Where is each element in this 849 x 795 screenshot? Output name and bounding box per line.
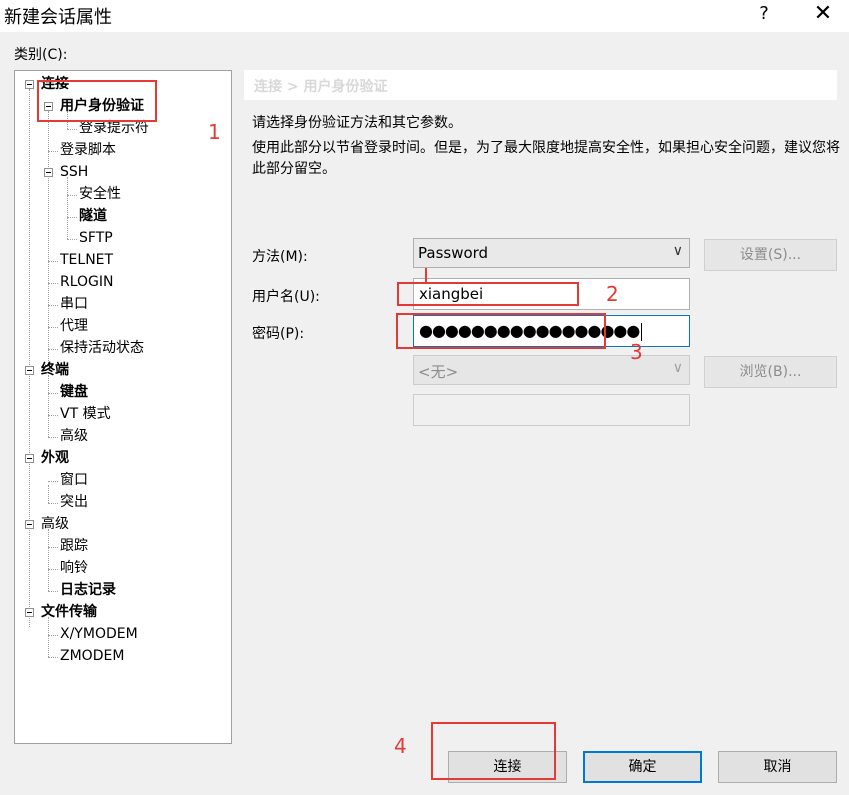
- collapse-icon[interactable]: [44, 168, 53, 177]
- text-caret: [641, 322, 643, 341]
- annotation-number: 4: [394, 734, 407, 758]
- ok-button[interactable]: 确定: [583, 751, 702, 783]
- collapse-icon[interactable]: [25, 80, 34, 89]
- tree-item-appearance[interactable]: 外观: [41, 447, 69, 469]
- tree-item-proxy[interactable]: 代理: [60, 315, 88, 337]
- tree-item-file-transfer[interactable]: 文件传输: [41, 601, 97, 623]
- method-label: 方法(M):: [252, 249, 308, 265]
- tree-line: [67, 129, 77, 130]
- tree-line: [48, 261, 58, 262]
- annotation-number: 2: [606, 282, 619, 306]
- key-value: <无>: [418, 363, 459, 381]
- help-icon[interactable]: ?: [754, 3, 774, 24]
- description-text: 使用此部分以节省登录时间。但是，为了最大限度地提高安全性，如果担心安全问题，建议…: [252, 140, 840, 177]
- method-select[interactable]: Password ∨: [413, 238, 690, 268]
- chevron-down-icon: ∨: [672, 360, 683, 376]
- annotation-number: 1: [208, 120, 221, 144]
- tree-item-window[interactable]: 窗口: [60, 469, 88, 491]
- key-select[interactable]: <无> ∨: [413, 355, 690, 385]
- tree-item-highlight[interactable]: 突出: [60, 491, 88, 513]
- collapse-icon[interactable]: [25, 520, 34, 529]
- tree-item-login-script[interactable]: 登录脚本: [60, 139, 116, 161]
- tree-line: [48, 327, 58, 328]
- tree-line: [67, 177, 68, 239]
- tree-line: [48, 657, 58, 658]
- annotation-box-password: [396, 313, 606, 349]
- breadcrumb-text: 连接 > 用户身份验证: [254, 79, 388, 95]
- tree-line: [67, 239, 77, 240]
- tree-line: [48, 415, 58, 416]
- tree-item-xymodem[interactable]: X/YMODEM: [60, 623, 138, 645]
- tree-item-bell[interactable]: 响铃: [60, 557, 88, 579]
- annotation-box-connect: [431, 722, 556, 780]
- tree-line: [48, 393, 58, 394]
- tree-line: [48, 111, 49, 363]
- tree-item-terminal-advanced[interactable]: 高级: [60, 425, 88, 447]
- tree-item-advanced[interactable]: 高级: [41, 513, 69, 535]
- tree-line: [48, 485, 49, 503]
- tree-line: [48, 349, 58, 350]
- description-title: 请选择身份验证方法和其它参数。: [252, 115, 462, 131]
- title-bar: 新建会话属性 ? ✕: [0, 0, 849, 32]
- tree-line: [48, 305, 58, 306]
- tree-item-keepalive[interactable]: 保持活动状态: [60, 337, 144, 359]
- tree-item-serial[interactable]: 串口: [60, 293, 88, 315]
- annotation-connector: [425, 268, 427, 284]
- tree-line: [48, 481, 58, 482]
- cancel-button[interactable]: 取消: [718, 751, 837, 783]
- tree-item-sftp[interactable]: SFTP: [79, 227, 113, 249]
- tree-item-tunnel[interactable]: 隧道: [79, 205, 107, 227]
- tree-item-rlogin[interactable]: RLOGIN: [60, 271, 114, 293]
- tree-line: [48, 547, 58, 548]
- tree-item-trace[interactable]: 跟踪: [60, 535, 88, 557]
- tree-line: [48, 635, 58, 636]
- category-tree[interactable]: 连接 用户身份验证 登录提示符 登录脚本 SSH 安全性 隧道 SFTP TEL…: [14, 70, 232, 744]
- tree-line: [48, 529, 49, 591]
- tree-line: [48, 617, 49, 657]
- close-icon[interactable]: ✕: [810, 1, 836, 26]
- tree-line: [48, 151, 58, 152]
- collapse-icon[interactable]: [25, 608, 34, 617]
- tree-line: [48, 591, 58, 592]
- window-title: 新建会话属性: [4, 7, 112, 28]
- username-label: 用户名(U):: [252, 289, 320, 305]
- password-label: 密码(P):: [252, 326, 305, 342]
- breadcrumb: 连接 > 用户身份验证: [244, 70, 837, 100]
- tree-line: [29, 89, 30, 627]
- tree-item-terminal[interactable]: 终端: [41, 359, 69, 381]
- tree-item-vt-mode[interactable]: VT 模式: [60, 403, 111, 425]
- tree-item-zmodem[interactable]: ZMODEM: [60, 645, 124, 667]
- passphrase-input[interactable]: [413, 394, 690, 426]
- annotation-box-username: [397, 282, 579, 306]
- tree-line: [48, 569, 58, 570]
- collapse-icon[interactable]: [25, 454, 34, 463]
- tree-line: [48, 375, 49, 437]
- annotation-box-user-auth: [37, 80, 157, 122]
- tree-item-telnet[interactable]: TELNET: [60, 249, 113, 271]
- tree-line: [67, 195, 77, 196]
- tree-item-keyboard[interactable]: 键盘: [60, 381, 88, 403]
- tree-line: [67, 217, 77, 218]
- settings-button[interactable]: 设置(S)...: [704, 239, 837, 271]
- tree-line: [48, 503, 58, 504]
- tree-line: [48, 437, 58, 438]
- browse-button[interactable]: 浏览(B)...: [704, 356, 837, 388]
- collapse-icon[interactable]: [25, 366, 34, 375]
- annotation-number: 3: [630, 340, 643, 364]
- tree-line: [48, 283, 58, 284]
- tree-item-logging[interactable]: 日志记录: [60, 579, 116, 601]
- chevron-down-icon: ∨: [672, 243, 683, 259]
- tree-item-ssh[interactable]: SSH: [60, 161, 88, 183]
- category-label: 类别(C):: [14, 47, 68, 63]
- tree-item-security[interactable]: 安全性: [79, 183, 121, 205]
- method-value: Password: [418, 244, 489, 262]
